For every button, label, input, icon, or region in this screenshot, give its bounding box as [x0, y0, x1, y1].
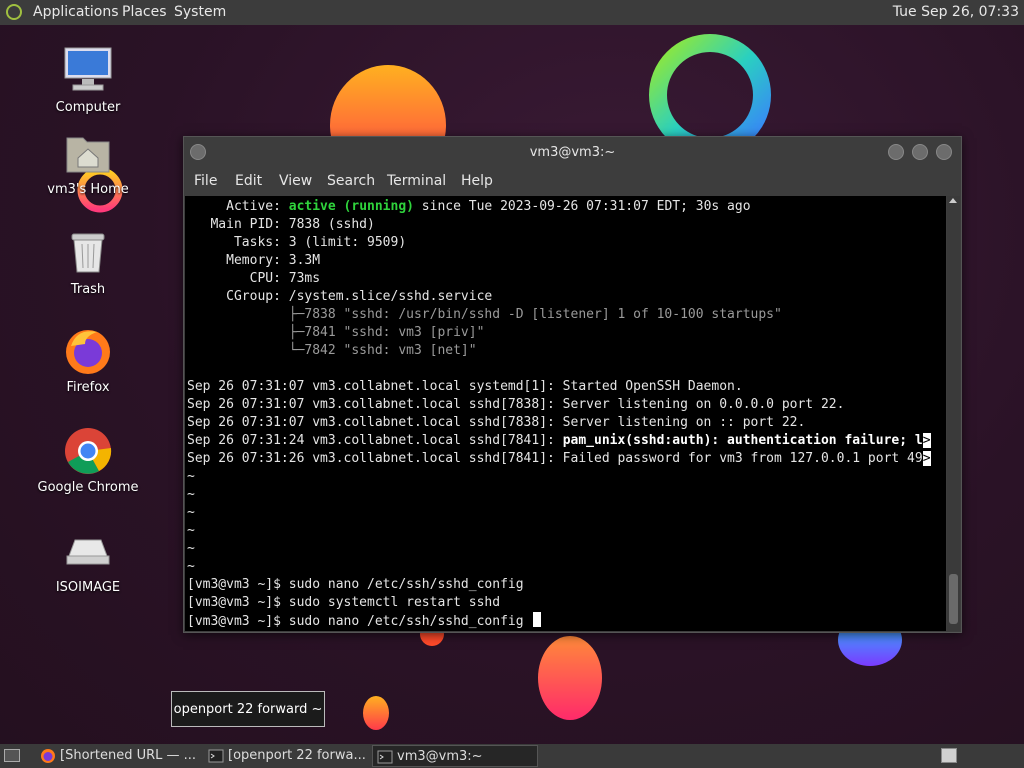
desktop-icon-firefox[interactable]: Firefox — [28, 326, 148, 395]
places-menu[interactable]: Places — [122, 4, 167, 20]
scrollbar-thumb[interactable] — [949, 574, 958, 624]
maximize-button[interactable] — [912, 144, 928, 160]
truncation-marker: > — [922, 433, 931, 448]
log-line: Sep 26 07:31:07 vm3.collabnet.local syst… — [187, 379, 743, 394]
computer-icon — [63, 46, 113, 96]
window-titlebar[interactable]: vm3@vm3:~ — [184, 137, 961, 169]
terminal-window[interactable]: vm3@vm3:~ File Edit View Search Terminal… — [183, 136, 962, 633]
desktop-icon-computer[interactable]: Computer — [28, 46, 148, 115]
text-cursor — [533, 612, 542, 627]
taskbar-item-terminal-openport[interactable]: [openport 22 forwa... — [204, 745, 366, 767]
cgroup-tree-line: ├─7838 "sshd: /usr/bin/sshd -D [listener… — [187, 307, 782, 322]
firefox-icon — [40, 748, 56, 764]
workspace-switcher[interactable] — [941, 748, 957, 763]
close-button[interactable] — [936, 144, 952, 160]
scroll-up-icon[interactable] — [949, 198, 957, 203]
drive-icon — [63, 526, 113, 576]
trash-icon — [63, 228, 113, 278]
clock[interactable]: Tue Sep 26, 07:33 — [893, 4, 1019, 20]
status-cpu: CPU: 73ms — [187, 271, 321, 286]
terminal-icon — [377, 749, 393, 765]
pager-tilde: ~ — [187, 541, 195, 556]
log-line-failed-password: Sep 26 07:31:26 vm3.collabnet.local sshd… — [187, 451, 931, 466]
desktop-icon-chrome[interactable]: Google Chrome — [28, 426, 148, 495]
taskbar-item-terminal-vm3[interactable]: vm3@vm3:~ — [372, 745, 538, 767]
desktop-icon-label: vm3's Home — [47, 182, 129, 197]
status-memory: Memory: 3.3M — [187, 253, 321, 268]
shell-prompt-current[interactable]: [vm3@vm3 ~]$ sudo nano /etc/ssh/sshd_con… — [187, 612, 542, 630]
show-desktop-icon[interactable] — [4, 749, 20, 762]
desktop-icon-trash[interactable]: Trash — [28, 228, 148, 297]
pager-tilde: ~ — [187, 505, 195, 520]
firefox-icon — [63, 326, 113, 376]
taskbar-tooltip: openport 22 forward ~ — [171, 691, 325, 727]
menu-terminal[interactable]: Terminal — [387, 173, 446, 189]
terminal-output[interactable]: Active: active (running) since Tue 2023-… — [185, 196, 946, 631]
shell-command: [vm3@vm3 ~]$ sudo nano /etc/ssh/sshd_con… — [187, 577, 524, 592]
pager-tilde: ~ — [187, 487, 195, 502]
minimize-button[interactable] — [888, 144, 904, 160]
log-line: Sep 26 07:31:07 vm3.collabnet.local sshd… — [187, 397, 845, 412]
menu-search[interactable]: Search — [327, 173, 375, 189]
status-tasks: Tasks: 3 (limit: 9509) — [187, 235, 407, 250]
distro-logo-icon[interactable] — [6, 4, 22, 20]
top-panel: Applications Places System Tue Sep 26, 0… — [0, 0, 1024, 25]
desktop-icon-isoimage[interactable]: ISOIMAGE — [28, 526, 148, 595]
taskbar-item-browser[interactable]: [Shortened URL — ... — [36, 745, 198, 767]
window-menu-button[interactable] — [190, 144, 206, 160]
status-cgroup: CGroup: /system.slice/sshd.service — [187, 289, 493, 304]
terminal-scrollbar[interactable] — [947, 196, 960, 631]
pager-tilde: ~ — [187, 559, 195, 574]
window-title: vm3@vm3:~ — [529, 145, 616, 160]
log-line: Sep 26 07:31:07 vm3.collabnet.local sshd… — [187, 415, 806, 430]
desktop: Applications Places System Tue Sep 26, 0… — [0, 0, 1024, 768]
terminal-menubar: File Edit View Search Terminal Help — [184, 169, 961, 195]
pager-tilde: ~ — [187, 523, 195, 538]
shell-command: [vm3@vm3 ~]$ sudo systemctl restart sshd — [187, 595, 501, 610]
system-menu[interactable]: System — [174, 4, 226, 20]
menu-edit[interactable]: Edit — [235, 173, 262, 189]
status-main-pid: Main PID: 7838 (sshd) — [187, 217, 375, 232]
cgroup-tree-line: └─7842 "sshd: vm3 [net]" — [187, 343, 477, 358]
desktop-icon-home[interactable]: vm3's Home — [28, 128, 148, 197]
log-line-auth-failure: Sep 26 07:31:24 vm3.collabnet.local sshd… — [187, 433, 931, 448]
applications-menu[interactable]: Applications — [33, 4, 119, 20]
cgroup-tree-line: ├─7841 "sshd: vm3 [priv]" — [187, 325, 485, 340]
terminal-icon — [208, 748, 224, 764]
desktop-icon-label: Trash — [70, 282, 106, 297]
menu-help[interactable]: Help — [461, 173, 493, 189]
menu-view[interactable]: View — [279, 173, 312, 189]
desktop-icon-label: Computer — [55, 100, 121, 115]
active-status: active (running) — [288, 199, 414, 214]
desktop-icon-label: Firefox — [66, 380, 110, 395]
bottom-panel: [Shortened URL — ... [openport 22 forwa.… — [0, 744, 1024, 768]
desktop-icon-label: ISOIMAGE — [55, 580, 121, 595]
truncation-marker: > — [922, 451, 931, 466]
menu-file[interactable]: File — [194, 173, 217, 189]
desktop-icon-label: Google Chrome — [37, 480, 139, 495]
pager-tilde: ~ — [187, 469, 195, 484]
status-active-line: Active: active (running) since Tue 2023-… — [187, 199, 751, 214]
home-folder-icon — [63, 128, 113, 178]
chrome-icon — [63, 426, 113, 476]
